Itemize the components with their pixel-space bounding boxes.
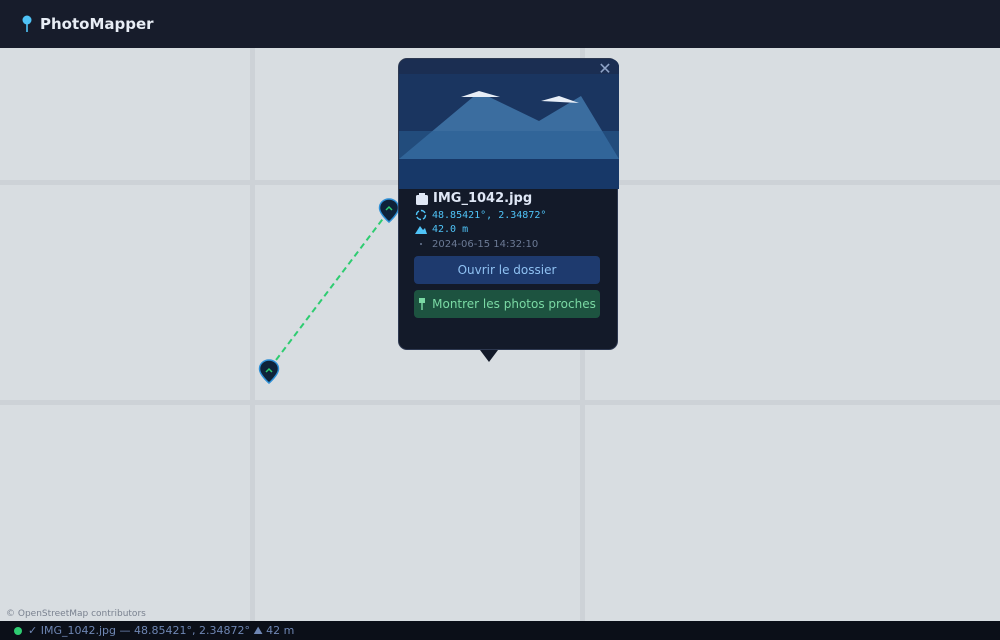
photo-coordinates: 48.85421°, 2.34872° bbox=[432, 209, 547, 221]
photo-marker-selected[interactable] bbox=[378, 198, 400, 224]
open-folder-label: Ouvrir le dossier bbox=[457, 263, 557, 277]
show-nearby-photos-label: Montrer les photos proches bbox=[432, 297, 596, 311]
filename-row: IMG_1042.jpg bbox=[415, 191, 532, 206]
timestamp-row: 2024-06-15 14:32:10 bbox=[415, 238, 538, 250]
status-text: ✓ IMG_1042.jpg — 48.85421°, 2.34872° ⛰ 4… bbox=[28, 623, 295, 637]
open-folder-button[interactable]: Ouvrir le dossier bbox=[414, 256, 600, 284]
photo-filename: IMG_1042.jpg bbox=[433, 191, 533, 206]
show-nearby-photos-button[interactable]: Montrer les photos proches bbox=[414, 290, 600, 318]
photo-timestamp: 2024-06-15 14:32:10 bbox=[432, 238, 539, 250]
photo-marker[interactable] bbox=[258, 359, 280, 385]
camera-icon bbox=[416, 192, 428, 205]
coordinates-row: 48.85421°, 2.34872° bbox=[415, 209, 546, 221]
photo-altitude: 42.0 m bbox=[432, 223, 469, 235]
photo-popup: ✕ IMG_1042.jpg 48.85421°, 2.34872° 42.0 … bbox=[398, 58, 619, 362]
photo-thumbnail[interactable] bbox=[399, 59, 619, 189]
close-icon[interactable]: ✕ bbox=[597, 60, 613, 78]
altitude-row: 42.0 m bbox=[415, 223, 468, 235]
top-bar: PhotoMapper bbox=[0, 0, 1000, 48]
clock-icon bbox=[420, 243, 422, 245]
map-attribution[interactable]: © OpenStreetMap contributors bbox=[6, 609, 146, 619]
pin-icon bbox=[419, 298, 426, 310]
mountain-icon bbox=[415, 226, 427, 234]
status-indicator bbox=[14, 626, 22, 635]
app-title: PhotoMapper bbox=[40, 15, 154, 33]
status-bar: ✓ IMG_1042.jpg — 48.85421°, 2.34872° ⛰ 4… bbox=[0, 621, 1000, 640]
globe-icon bbox=[415, 209, 427, 221]
popup-pointer bbox=[480, 350, 498, 362]
map-pin-icon bbox=[22, 15, 32, 32]
